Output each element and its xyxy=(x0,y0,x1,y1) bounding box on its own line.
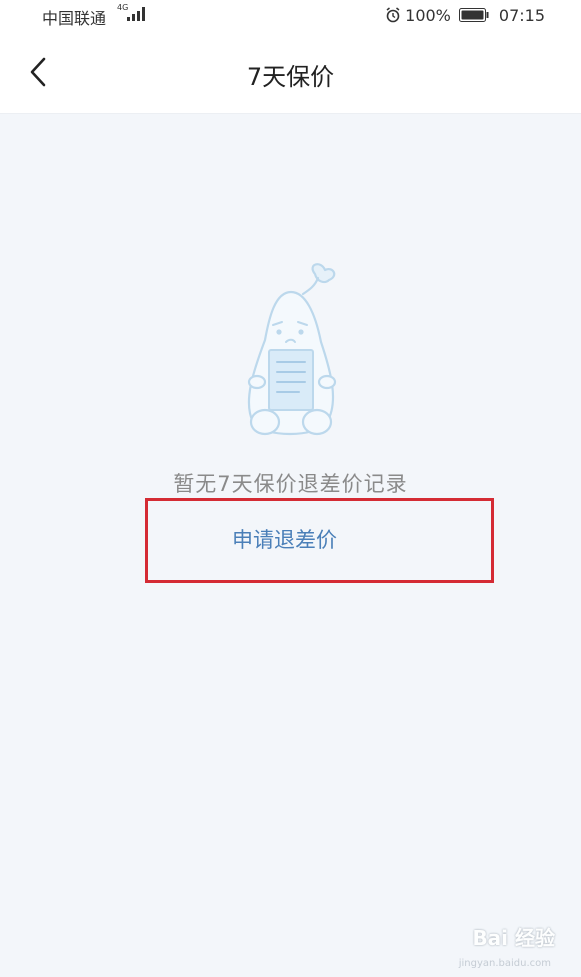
battery-icon xyxy=(458,8,489,22)
battery-percent: 100% xyxy=(405,5,451,25)
page-title: 7天保价 xyxy=(246,63,335,91)
clock-time: 07:15 xyxy=(498,5,545,25)
status-right-group: 100% 07:15 xyxy=(385,5,545,25)
page-header: 7天保价 xyxy=(0,30,581,114)
signal-strength-icon xyxy=(127,7,145,21)
watermark-brand: Bai 经验 xyxy=(472,926,555,950)
status-bar: 中国联通 4G 100% 07:15 xyxy=(0,0,581,30)
mascot-illustration xyxy=(247,263,337,436)
alarm-clock-icon xyxy=(386,7,400,23)
empty-state-message: 暂无7天保价退差价记录 xyxy=(173,472,408,496)
apply-price-difference-link[interactable]: 申请退差价 xyxy=(232,524,337,554)
carrier-name: 中国联通 xyxy=(42,9,107,28)
baidu-jingyan-watermark: Bai 经验 xyxy=(472,922,555,951)
watermark-url: jingyan.baidu.com xyxy=(458,958,551,969)
